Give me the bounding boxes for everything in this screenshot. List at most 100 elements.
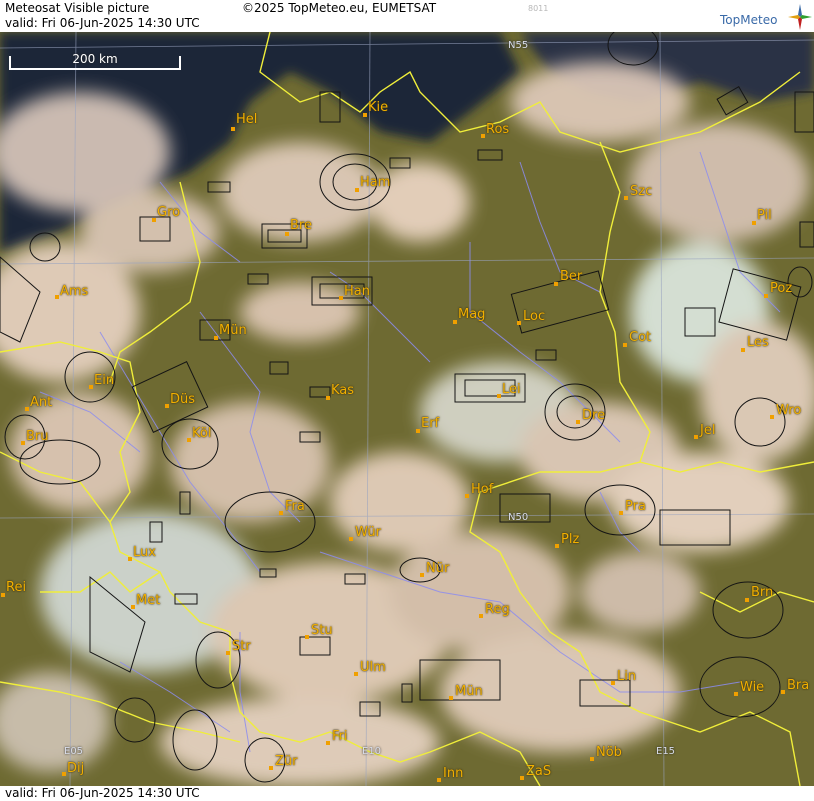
logo-text: TopMeteo xyxy=(720,13,778,27)
city-label-kas[interactable]: Kas xyxy=(331,383,354,398)
city-label-lin[interactable]: Lin xyxy=(617,669,636,684)
city-dot-ams xyxy=(55,295,59,299)
city-dot-ulm xyxy=(354,672,358,676)
city-label-ein[interactable]: Ein xyxy=(94,373,114,388)
city-label-dre[interactable]: Dre xyxy=(582,408,605,423)
city-label-zas[interactable]: ZaS xyxy=(526,764,551,779)
city-label-met[interactable]: Met xyxy=(136,593,160,608)
city-label-str[interactable]: Str xyxy=(232,639,251,654)
city-label-bra[interactable]: Bra xyxy=(787,678,809,693)
city-label-fra[interactable]: Fra xyxy=(285,499,305,514)
city-label-gro[interactable]: Gro xyxy=(157,205,180,220)
city-dot-nur xyxy=(420,573,424,577)
city-label-jel[interactable]: Jel xyxy=(700,423,715,438)
city-label-nob[interactable]: Nöb xyxy=(596,745,622,760)
city-dot-dij xyxy=(62,772,66,776)
city-dot-dre xyxy=(576,420,580,424)
city-label-ant[interactable]: Ant xyxy=(30,395,52,410)
topmeteo-logo[interactable]: TopMeteo xyxy=(720,4,812,30)
city-dot-hel xyxy=(231,127,235,131)
city-dot-lux xyxy=(128,557,132,561)
city-label-reg[interactable]: Reg xyxy=(485,602,510,617)
city-label-poz[interactable]: Poz xyxy=(770,281,792,296)
city-label-wie[interactable]: Wie xyxy=(740,680,764,695)
grid-label-e10: E10 xyxy=(362,746,382,757)
city-label-plz[interactable]: Plz xyxy=(561,532,579,547)
city-dot-bru xyxy=(21,441,25,445)
image-id-text: 8011 xyxy=(528,4,549,13)
city-label-wur[interactable]: Wür xyxy=(355,525,381,540)
city-dot-mag xyxy=(453,320,457,324)
city-dot-brn xyxy=(745,598,749,602)
city-dot-fri xyxy=(326,741,330,745)
city-label-les[interactable]: Les xyxy=(747,335,769,350)
grid-label-n55: N55 xyxy=(508,40,529,51)
city-label-stu[interactable]: Stu xyxy=(311,623,333,638)
city-label-ams[interactable]: Ams xyxy=(60,284,88,299)
compass-star-icon xyxy=(788,4,812,30)
city-dot-pra xyxy=(619,511,623,515)
city-label-kie[interactable]: Kie xyxy=(368,100,388,115)
city-dot-cot xyxy=(623,343,627,347)
city-label-ros[interactable]: Ros xyxy=(486,122,509,137)
city-label-mun2[interactable]: Mün xyxy=(455,684,483,699)
city-label-bre[interactable]: Bre xyxy=(290,218,312,233)
city-dot-mun2 xyxy=(449,696,453,700)
city-label-lei[interactable]: Lei xyxy=(502,382,521,397)
city-label-kol[interactable]: Köl xyxy=(192,426,211,441)
city-dot-jel xyxy=(694,435,698,439)
city-label-pil[interactable]: Pil xyxy=(757,208,772,223)
city-label-wro[interactable]: Wro xyxy=(776,403,801,418)
city-dot-wro xyxy=(770,415,774,419)
city-label-bru[interactable]: Bru xyxy=(26,429,49,444)
city-label-dus[interactable]: Düs xyxy=(170,392,195,407)
city-dot-wie xyxy=(734,692,738,696)
city-label-erf[interactable]: Erf xyxy=(421,416,439,431)
city-dot-ros xyxy=(481,134,485,138)
footer-valid-time: valid: Fri 06-Jun-2025 14:30 UTC xyxy=(5,786,200,800)
city-label-loc[interactable]: Loc xyxy=(523,309,545,324)
city-label-ham[interactable]: Ham xyxy=(360,175,390,190)
city-label-ber[interactable]: Ber xyxy=(560,269,582,284)
satellite-image xyxy=(0,32,814,786)
valid-time: valid: Fri 06-Jun-2025 14:30 UTC xyxy=(5,16,200,30)
city-dot-hof xyxy=(465,494,469,498)
grid-label-e15: E15 xyxy=(656,746,676,757)
city-label-lux[interactable]: Lux xyxy=(133,545,156,560)
city-label-hof[interactable]: Hof xyxy=(471,482,493,497)
city-label-rei[interactable]: Rei xyxy=(6,580,26,595)
city-label-szc[interactable]: Szc xyxy=(630,184,652,199)
city-label-pra[interactable]: Pra xyxy=(625,499,646,514)
city-dot-plz xyxy=(555,544,559,548)
city-label-cot[interactable]: Cot xyxy=(629,330,651,345)
city-dot-inn xyxy=(437,778,441,782)
city-dot-lin xyxy=(611,681,615,685)
city-label-brn[interactable]: Brn xyxy=(751,585,773,600)
city-label-inn[interactable]: Inn xyxy=(443,766,463,781)
satellite-map[interactable]: 200 km Hel Kie Ros Ham Szc Gro Bre Pil Ber Ams Han… xyxy=(0,32,814,786)
city-dot-han xyxy=(339,296,343,300)
footer-bar: valid: Fri 06-Jun-2025 14:30 UTC xyxy=(0,786,814,801)
city-dot-stu xyxy=(305,635,309,639)
city-dot-dus xyxy=(165,404,169,408)
city-label-zur[interactable]: Zür xyxy=(275,754,298,769)
city-dot-ein xyxy=(89,385,93,389)
city-label-han[interactable]: Han xyxy=(344,284,370,299)
city-dot-kol xyxy=(187,438,191,442)
city-label-mun[interactable]: Mün xyxy=(219,323,247,338)
city-label-mag[interactable]: Mag xyxy=(458,307,485,322)
city-label-ulm[interactable]: Ulm xyxy=(360,660,386,675)
page: Meteosat Visible picture ©2025 TopMeteo.… xyxy=(0,0,814,801)
city-label-fri[interactable]: Fri xyxy=(332,729,348,744)
scale-label: 200 km xyxy=(72,52,118,66)
city-label-nur[interactable]: Nür xyxy=(426,561,449,576)
city-dot-ham xyxy=(355,188,359,192)
city-dot-bra xyxy=(781,690,785,694)
grid-label-n50: N50 xyxy=(508,512,529,523)
city-label-hel[interactable]: Hel xyxy=(236,112,257,127)
city-dot-les xyxy=(741,348,745,352)
city-dot-pil xyxy=(752,221,756,225)
city-label-dij[interactable]: Dij xyxy=(67,761,84,776)
city-dot-gro xyxy=(152,218,156,222)
grid-label-e05: E05 xyxy=(64,746,84,757)
